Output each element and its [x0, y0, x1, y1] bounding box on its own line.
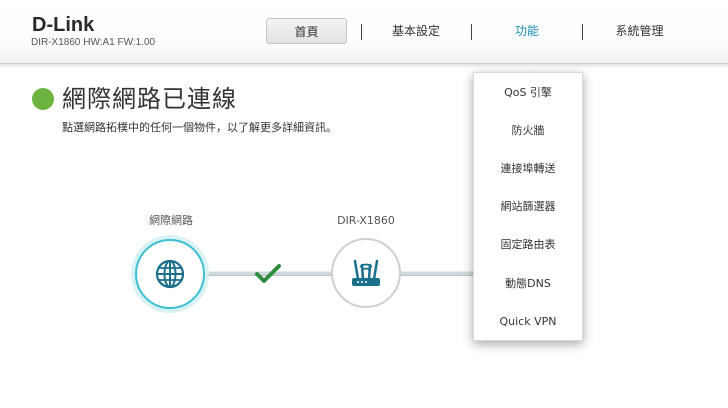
globe-icon — [155, 259, 185, 289]
router-icon — [352, 259, 380, 286]
nav-divider — [582, 24, 583, 40]
nav-basic-settings[interactable]: 基本設定 — [376, 18, 456, 44]
nav-divider — [361, 24, 362, 40]
menu-item-website-filter[interactable]: 網站篩選器 — [474, 195, 582, 219]
model-info: DIR-X1860 HW:A1 FW:1.00 — [31, 37, 156, 48]
nav-divider — [471, 24, 472, 40]
checkmark-icon — [255, 264, 281, 283]
page-subtitle: 點選網路拓樸中的任何一個物件，以了解更多詳細資訊。 — [62, 121, 337, 134]
router-node[interactable] — [331, 238, 401, 308]
menu-item-quick-vpn[interactable]: Quick VPN — [474, 310, 582, 334]
internet-label: 網際網路 — [149, 214, 193, 227]
nav-features[interactable]: 功能 — [487, 18, 567, 44]
menu-item-qos[interactable]: QoS 引擎 — [474, 81, 582, 105]
top-header: D-Link DIR-X1860 HW:A1 FW:1.00 首頁 基本設定 功… — [0, 0, 728, 64]
menu-item-firewall[interactable]: 防火牆 — [474, 119, 582, 143]
menu-item-port-forwarding[interactable]: 連接埠轉送 — [474, 157, 582, 181]
router-client-link — [400, 271, 474, 276]
page-title: 網際網路已連線 — [62, 85, 237, 113]
router-label: DIR-X1860 — [337, 214, 395, 227]
menu-item-static-route[interactable]: 固定路由表 — [474, 233, 582, 257]
connection-status-dot — [32, 88, 54, 110]
features-dropdown-menu: QoS 引擎 防火牆 連接埠轉送 網站篩選器 固定路由表 動態DNS Quick… — [473, 72, 583, 341]
menu-item-dynamic-dns[interactable]: 動態DNS — [474, 272, 582, 296]
internet-node[interactable] — [135, 239, 205, 309]
nav-system-management[interactable]: 系統管理 — [597, 18, 682, 44]
nav-home-button[interactable]: 首頁 — [266, 18, 347, 44]
dlink-logo: D-Link — [32, 14, 95, 36]
